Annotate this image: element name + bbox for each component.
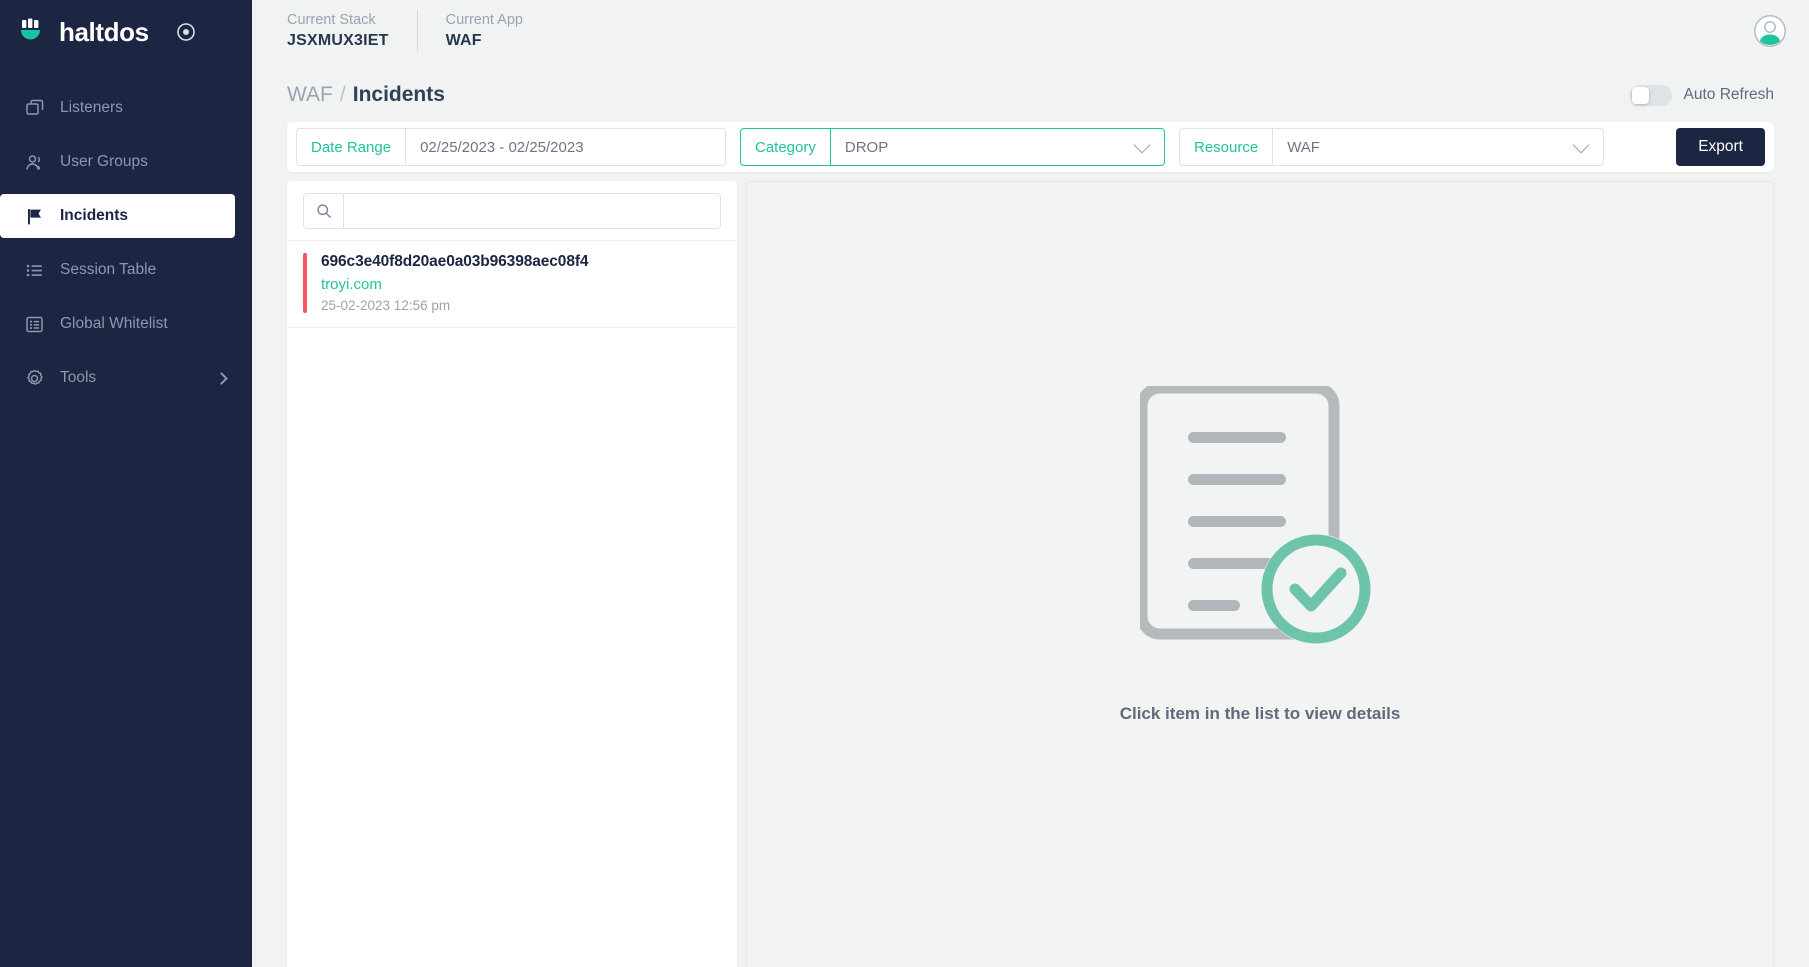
flag-icon (25, 207, 44, 226)
sidebar-item-incidents[interactable]: Incidents (0, 194, 235, 238)
document-check-icon (1136, 382, 1380, 646)
resource-label: Resource (1180, 129, 1274, 165)
auto-refresh-control[interactable]: Auto Refresh (1629, 84, 1774, 106)
filter-bar: Date Range 02/25/2023 - 02/25/2023 Categ… (287, 122, 1774, 172)
breadcrumb-parent[interactable]: WAF (287, 83, 333, 107)
stack-info: Current Stack JSXMUX3IET Current App WAF (287, 10, 551, 52)
current-stack-value: JSXMUX3IET (287, 32, 389, 49)
category-label: Category (741, 129, 831, 165)
date-range-value[interactable]: 02/25/2023 - 02/25/2023 (406, 129, 725, 165)
sidebar-item-label: User Groups (60, 153, 148, 170)
sidebar-item-label: Tools (60, 369, 97, 386)
chevron-right-icon (215, 371, 228, 385)
sidebar: haltdos Listeners User Groups Incidents … (0, 0, 252, 967)
incident-list-panel: 696c3e40f8d20ae0a03b96398aec08f4 troyi.c… (287, 181, 737, 967)
chevron-down-icon[interactable] (1133, 136, 1151, 154)
sidebar-item-session-table[interactable]: Session Table (0, 248, 252, 292)
date-range-label: Date Range (297, 129, 407, 165)
app-root: haltdos Listeners User Groups Incidents … (0, 0, 1809, 967)
export-button[interactable]: Export (1676, 128, 1765, 166)
sidebar-item-label: Session Table (60, 261, 157, 278)
chevron-down-icon[interactable] (1572, 136, 1590, 154)
category-value[interactable]: DROP (831, 129, 1136, 165)
sidebar-nav: Listeners User Groups Incidents Session … (0, 86, 252, 400)
users-icon (25, 153, 44, 172)
list-item[interactable]: 696c3e40f8d20ae0a03b96398aec08f4 troyi.c… (287, 241, 737, 328)
sidebar-item-label: Global Whitelist (60, 315, 168, 332)
topbar: Current Stack JSXMUX3IET Current App WAF (252, 0, 1809, 62)
sidebar-item-tools[interactable]: Tools (0, 356, 252, 400)
incident-detail-panel: Click item in the list to view details (746, 181, 1774, 967)
list-card-icon (25, 315, 44, 334)
sidebar-item-label: Incidents (60, 207, 129, 224)
current-app-label: Current App (445, 12, 523, 28)
breadcrumb-separator: / (339, 83, 346, 106)
current-app-block: Current App WAF (416, 10, 551, 52)
incident-host: troyi.com (321, 276, 382, 293)
avatar[interactable] (1753, 14, 1787, 48)
target-icon[interactable] (176, 22, 196, 42)
category-filter[interactable]: Category DROP (740, 128, 1165, 166)
auto-refresh-toggle[interactable] (1629, 84, 1672, 106)
incident-id: 696c3e40f8d20ae0a03b96398aec08f4 (321, 253, 589, 270)
page-head: WAF / Incidents Auto Refresh (287, 62, 1774, 122)
sidebar-item-listeners[interactable]: Listeners (0, 86, 252, 130)
window-stack-icon (25, 99, 44, 118)
incident-timestamp: 25-02-2023 12:56 pm (321, 298, 451, 313)
main-area: Current Stack JSXMUX3IET Current App WAF (252, 0, 1809, 967)
resource-value[interactable]: WAF (1273, 129, 1575, 165)
resource-filter[interactable]: Resource WAF (1179, 128, 1604, 166)
severity-indicator (303, 253, 307, 313)
page-title: Incidents (352, 83, 445, 106)
date-range-filter[interactable]: Date Range 02/25/2023 - 02/25/2023 (296, 128, 726, 166)
content-area: WAF / Incidents Auto Refresh Date Range … (252, 62, 1809, 967)
panels: 696c3e40f8d20ae0a03b96398aec08f4 troyi.c… (287, 181, 1774, 967)
sidebar-item-label: Listeners (60, 99, 123, 116)
toggle-knob (1631, 86, 1649, 104)
empty-state: Click item in the list to view details (1119, 382, 1401, 724)
current-app-value: WAF (445, 32, 482, 49)
breadcrumb: WAF / Incidents (287, 83, 445, 107)
incident-body: 696c3e40f8d20ae0a03b96398aec08f4 troyi.c… (321, 253, 589, 313)
gear-icon (25, 369, 44, 388)
brand[interactable]: haltdos (0, 0, 252, 64)
sidebar-item-user-groups[interactable]: User Groups (0, 140, 252, 184)
search-box[interactable] (303, 193, 721, 229)
search-icon (304, 194, 344, 228)
empty-state-text: Click item in the list to view details (1119, 703, 1401, 723)
incident-list[interactable]: 696c3e40f8d20ae0a03b96398aec08f4 troyi.c… (287, 241, 737, 967)
sidebar-item-global-whitelist[interactable]: Global Whitelist (0, 302, 252, 346)
search-input[interactable] (344, 194, 720, 228)
current-stack-block: Current Stack JSXMUX3IET (287, 10, 417, 52)
search-row (287, 181, 737, 241)
list-icon (25, 261, 44, 280)
current-stack-label: Current Stack (287, 12, 376, 28)
brand-name: haltdos (59, 16, 149, 47)
auto-refresh-label: Auto Refresh (1683, 86, 1774, 103)
haltdos-logo-icon (18, 17, 48, 47)
